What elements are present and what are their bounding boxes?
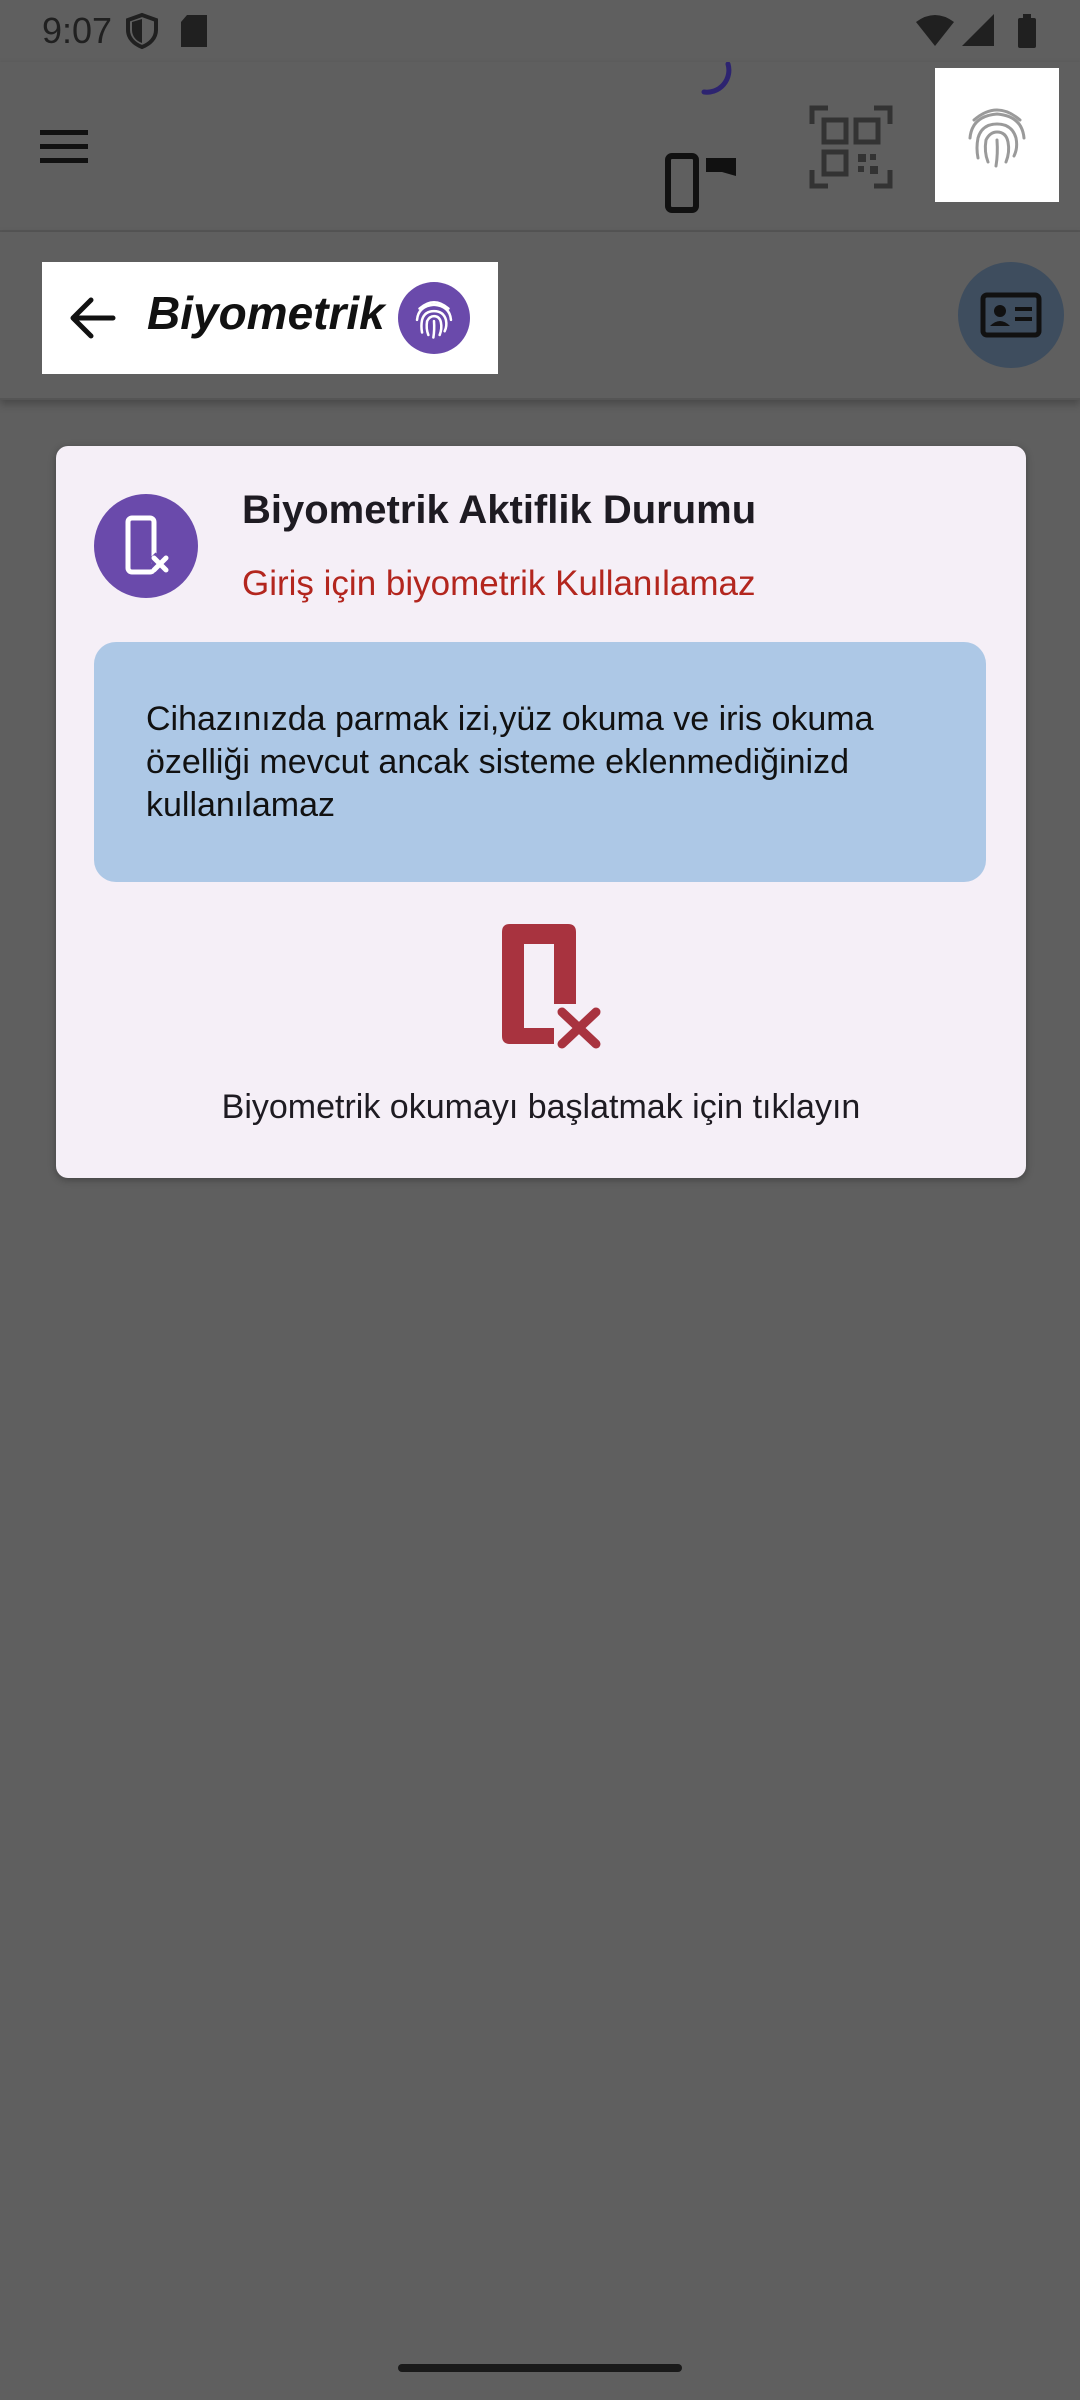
app-bar — [0, 61, 1080, 232]
fingerprint-icon — [415, 301, 453, 339]
id-card-button[interactable] — [958, 262, 1064, 368]
signal-icon — [962, 14, 994, 46]
mobile-device-button[interactable] — [662, 142, 742, 222]
start-biometric-label[interactable]: Biyometrik okumayı başlatmak için tıklay… — [56, 1088, 1026, 1127]
fingerprint-button[interactable] — [935, 68, 1059, 202]
status-bar: 9:07 — [0, 0, 1080, 62]
menu-button[interactable] — [36, 124, 94, 168]
loading-spinner-icon — [682, 61, 734, 102]
back-button[interactable] — [42, 282, 142, 354]
status-time: 9:07 — [42, 10, 113, 51]
page-header: Biyometrik — [0, 232, 1080, 400]
back-arrow-icon — [70, 297, 116, 339]
start-biometric-button[interactable] — [496, 920, 606, 1050]
qr-code-icon — [809, 105, 893, 189]
info-box: Cihazınızda parmak izi,yüz okuma ve iris… — [94, 642, 986, 882]
mobile-device-icon — [665, 153, 736, 213]
wifi-icon — [916, 15, 954, 46]
status-message: Giriş için biyometrik Kullanılamaz — [242, 564, 756, 603]
page-title: Biyometrik — [147, 287, 385, 339]
mobile-off-icon — [502, 924, 601, 1049]
qr-code-button[interactable] — [808, 104, 894, 190]
mobile-off-icon — [125, 515, 170, 575]
home-indicator[interactable] — [398, 2364, 682, 2372]
status-left-icons — [125, 12, 215, 55]
biometric-status-card: Biyometrik Aktiflik Durumu Giriş için bi… — [56, 446, 1026, 1178]
shield-icon — [126, 12, 207, 50]
sd-card-icon — [181, 15, 207, 47]
card-title: Biyometrik Aktiflik Durumu — [242, 488, 757, 532]
id-card-icon — [980, 292, 1042, 338]
battery-icon — [1018, 14, 1036, 48]
info-text: Cihazınızda parmak izi,yüz okuma ve iris… — [146, 700, 874, 824]
title-fingerprint-badge — [398, 282, 470, 354]
status-right-icons — [914, 12, 1044, 55]
menu-icon — [40, 130, 88, 163]
fingerprint-icon — [968, 108, 1026, 168]
title-chip: Biyometrik — [42, 262, 498, 374]
status-avatar — [94, 494, 198, 598]
